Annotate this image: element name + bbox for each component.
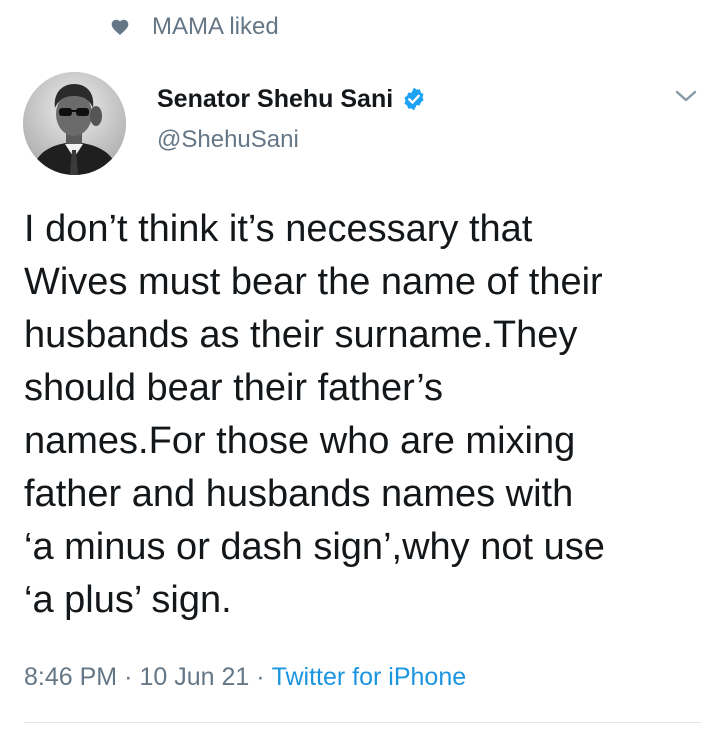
divider [24,722,701,723]
author-handle[interactable]: @ShehuSani [157,126,427,154]
tweet-meta: 8:46 PM · 10 Jun 21 · Twitter for iPhone [24,663,466,692]
meta-separator: · [256,663,265,691]
tweet-source-link[interactable]: Twitter for iPhone [272,663,467,692]
heart-icon [110,17,130,37]
social-context[interactable]: MAMA liked [110,12,279,42]
avatar[interactable] [23,72,126,175]
tweet-time[interactable]: 8:46 PM [24,663,117,692]
tweet-text: I don’t think it’s necessary that Wives … [24,208,605,621]
author-block[interactable]: Senator Shehu Sani @ShehuSani [157,82,427,154]
chevron-down-icon[interactable] [673,87,699,105]
author-name-row: Senator Shehu Sani [157,82,427,116]
social-context-text: MAMA liked [152,13,279,40]
verified-badge-icon [401,86,427,112]
author-name[interactable]: Senator Shehu Sani [157,85,393,114]
meta-separator: · [124,663,133,691]
tweet-date[interactable]: 10 Jun 21 [139,663,249,692]
